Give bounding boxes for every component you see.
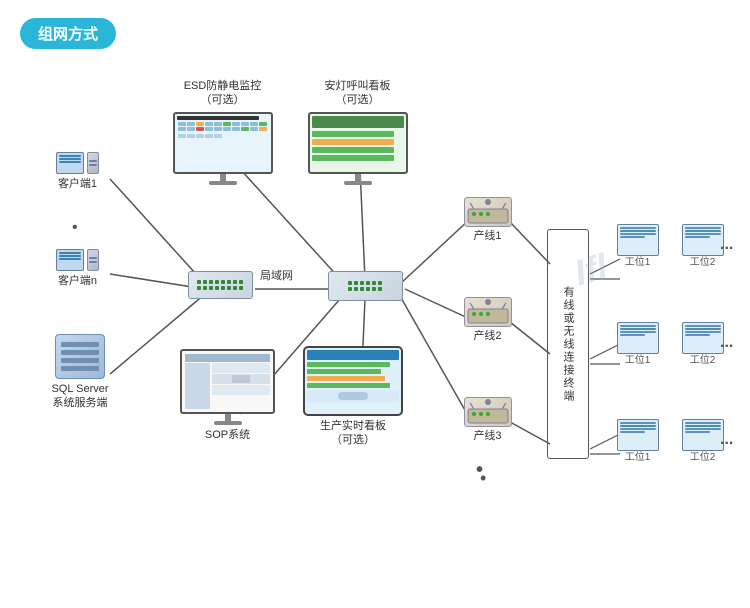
ws-screen-l1-2 (682, 224, 724, 256)
router3-icon (466, 399, 510, 425)
client1-label: 客户端1 (58, 177, 97, 191)
ws-line1-pos1: 工位1 (610, 224, 665, 269)
dots-line3: ... (720, 431, 733, 449)
router1-icon (466, 199, 510, 225)
ws-screen-l3-2 (682, 419, 724, 451)
left-switch-node (185, 271, 255, 299)
dots-below-line3: • (476, 459, 485, 482)
ws-l1-2-label: 工位2 (690, 256, 716, 269)
dashboard-node: 生产实时看板（可选） (298, 346, 408, 448)
central-switch (328, 271, 403, 301)
dashboard-label: 生产实时看板（可选） (320, 419, 386, 448)
left-switch (188, 271, 253, 299)
client1-tower (87, 152, 99, 174)
server-label: SQL Server系统服务端 (51, 382, 108, 411)
lan-label: 局域网 (260, 269, 293, 283)
ws-line3-pos1: 工位1 (610, 419, 665, 464)
andon-screen (308, 112, 408, 174)
clientn-tower (87, 249, 99, 271)
clientn-node: 客户端n (40, 249, 115, 288)
ws-l1-1-label: 工位1 (625, 256, 651, 269)
ws-screen-l2-1 (617, 322, 659, 354)
server-box (55, 334, 105, 379)
ws-line2-pos1: 工位1 (610, 322, 665, 367)
server-node: SQL Server系统服务端 (35, 334, 125, 411)
router2 (464, 297, 512, 327)
ws-l2-2-label: 工位2 (690, 354, 716, 367)
line1-label: 产线1 (473, 229, 501, 243)
esd-monitor-node: ESD防静电监控（可选） (165, 79, 280, 185)
central-switch-node (325, 271, 405, 301)
page-container: 组网方式 (0, 0, 750, 608)
esd-screen (173, 112, 273, 174)
title-badge: 组网方式 (20, 18, 116, 49)
sop-label: SOP系统 (205, 428, 250, 442)
clientn-label: 客户端n (58, 274, 97, 288)
client1-node: 客户端1 (40, 152, 115, 191)
diagram-area: • • ESD防静电监控（可选） (20, 64, 730, 604)
router2-node: 产线2 (460, 297, 515, 343)
ws-screen-l2-2 (682, 322, 724, 354)
title-text: 组网方式 (38, 26, 98, 43)
andon-label: 安灯呼叫看板（可选） (325, 79, 391, 108)
router1 (464, 197, 512, 227)
router2-icon (466, 299, 510, 325)
svg-text:•: • (72, 219, 78, 236)
sop-screen (180, 349, 275, 414)
brace-box: 有线或无线连接终端 (547, 229, 589, 459)
router3-node: 产线3 (460, 397, 515, 443)
lan-label-node: 局域网 (260, 269, 293, 283)
brace-label: 有线或无线连接终端 (560, 286, 576, 403)
dashboard-screen (303, 346, 403, 416)
line3-label: 产线3 (473, 429, 501, 443)
client1-monitor (56, 152, 84, 174)
ws-screen-l1-1 (617, 224, 659, 256)
ws-l3-1-label: 工位1 (625, 451, 651, 464)
client1-pc (56, 152, 99, 174)
router3 (464, 397, 512, 427)
andon-board-node: 安灯呼叫看板（可选） (300, 79, 415, 185)
ws-screen-l3-1 (617, 419, 659, 451)
clientn-monitor (56, 249, 84, 271)
sop-node: SOP系统 (175, 349, 280, 442)
ws-l3-2-label: 工位2 (690, 451, 716, 464)
ws-l2-1-label: 工位1 (625, 354, 651, 367)
line2-label: 产线2 (473, 329, 501, 343)
clientn-pc (56, 249, 99, 271)
router1-node: 产线1 (460, 197, 515, 243)
dots-line1: ... (720, 236, 733, 254)
esd-label: ESD防静电监控（可选） (184, 79, 262, 108)
dots-line2: ... (720, 334, 733, 352)
